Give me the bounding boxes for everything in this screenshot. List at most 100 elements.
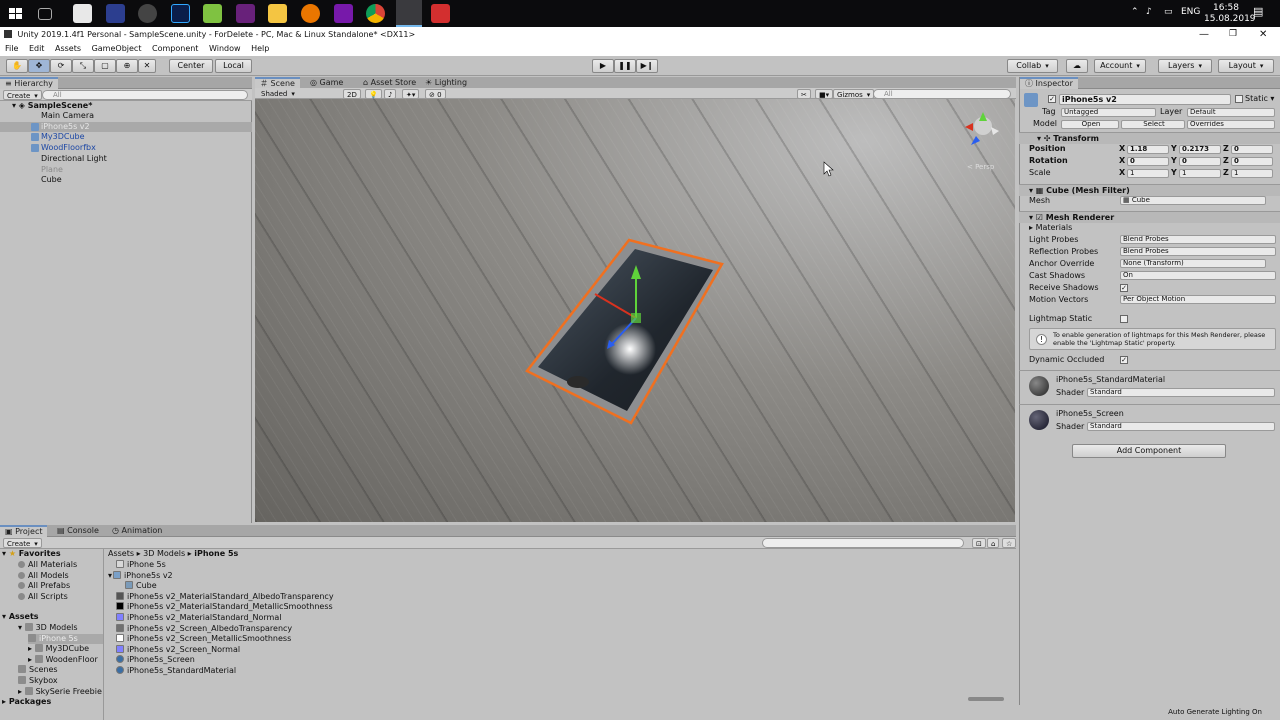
gizmo-plane-handle[interactable] [631,313,641,323]
scale-x-field[interactable]: 1 [1127,169,1169,178]
static-dropdown[interactable]: Static ▾ [1245,94,1274,104]
dynamic-occluded-checkbox[interactable]: ✓ [1120,356,1128,364]
menu-gameobject[interactable]: GameObject [92,44,142,53]
hidden-count[interactable]: ⊘ 0 [425,89,446,99]
assets-header[interactable]: ▾ Assets [2,612,39,622]
static-checkbox[interactable] [1235,95,1243,103]
menu-assets[interactable]: Assets [55,44,81,53]
lightmap-static-checkbox[interactable] [1120,315,1128,323]
cast-shadows-dropdown[interactable]: On [1120,271,1276,280]
breadcrumb-assets[interactable]: Assets [108,549,134,558]
folder-item[interactable]: ▸ My3DCube [28,644,89,654]
audio-toggle-icon[interactable]: ♪ [384,89,397,99]
orientation-gizmo[interactable] [965,112,999,145]
step-button[interactable]: ▶❙ [636,59,658,73]
transform-header[interactable]: ▾ ✣ Transform [1019,132,1280,144]
motion-vectors-dropdown[interactable]: Per Object Motion [1120,295,1276,304]
move-tool-icon[interactable]: ✥ [28,59,50,73]
gizmos-dropdown[interactable]: Gizmos [833,89,875,99]
menu-file[interactable]: File [5,44,18,53]
hierarchy-item[interactable]: iPhone5s v2 [0,121,252,132]
close-icon[interactable]: ✕ [1259,27,1267,42]
photoshop-icon[interactable] [171,4,190,23]
hierarchy-item[interactable]: My3DCube [0,132,252,142]
tools-icon[interactable]: ✂ [797,89,811,99]
restore-icon[interactable]: ❐ [1229,27,1237,42]
scale-tool-icon[interactable]: ⤡ [72,59,94,73]
folder-item[interactable]: Scenes [18,665,58,675]
pause-button[interactable]: ❚❚ [614,59,636,73]
position-x-field[interactable]: 1.18 [1127,145,1169,154]
favorite-star-icon[interactable]: ☆ [1002,538,1017,548]
tab-console[interactable]: ▤ Console [52,525,104,537]
search-by-type-icon[interactable]: ⊡ [972,538,986,548]
rotation-x-field[interactable]: 0 [1127,157,1169,166]
shader-dropdown-screen[interactable]: Standard [1087,422,1275,431]
folder-item[interactable]: iPhone 5s [28,633,103,644]
tag-dropdown[interactable]: Untagged [1061,108,1156,117]
file-item[interactable]: iPhone 5s [116,560,166,570]
rect-tool-icon[interactable]: ▢ [94,59,116,73]
cmd-icon[interactable] [73,4,92,23]
hierarchy-search-input[interactable]: All [42,90,248,100]
zoom-slider[interactable] [968,697,1004,701]
task-view-icon[interactable] [38,8,52,20]
rotate-tool-icon[interactable]: ⟳ [50,59,72,73]
light-probes-dropdown[interactable]: Blend Probes [1120,235,1276,244]
shader-dropdown-standard[interactable]: Standard [1087,388,1275,397]
project-create-button[interactable]: Create [3,538,42,548]
scale-y-field[interactable]: 1 [1179,169,1221,178]
file-item[interactable]: iPhone5s_Screen [116,655,195,665]
scene-root-row[interactable]: ▾ ◈ SampleScene* [0,101,252,111]
minimize-icon[interactable]: — [1199,27,1209,42]
hand-tool-icon[interactable]: ✋ [6,59,28,73]
object-name-field[interactable]: iPhone5s v2 [1059,94,1231,105]
network-icon[interactable]: ▭ [1164,7,1173,17]
menu-window[interactable]: Window [209,44,241,53]
language-indicator[interactable]: ENG [1181,7,1200,17]
overrides-dropdown[interactable]: Overrides [1187,120,1275,129]
chrome-icon[interactable] [366,4,385,23]
app-icon[interactable] [106,4,125,23]
blender-icon[interactable] [301,4,320,23]
file-item[interactable]: Cube [125,581,157,591]
file-item[interactable]: iPhone5s v2_MaterialStandard_MetallicSmo… [116,602,333,612]
collab-dropdown[interactable]: Collab [1007,59,1058,73]
onenote-icon[interactable] [334,4,353,23]
file-item[interactable]: iPhone5s_StandardMaterial [116,666,236,676]
position-z-field[interactable]: 0 [1231,145,1273,154]
hierarchy-item[interactable]: Main Camera [0,111,252,121]
mode-2d-button[interactable]: 2D [343,89,361,99]
favorite-item[interactable]: All Prefabs [18,581,70,591]
folder-item[interactable]: ▸ WoodenFloor [28,654,98,665]
scene-search-input[interactable]: All [873,89,1011,99]
lighting-toggle-icon[interactable]: 💡 [365,89,382,99]
mesh-renderer-header[interactable]: ▾ ☑ Mesh Renderer [1019,211,1280,223]
menu-help[interactable]: Help [251,44,269,53]
notepadpp-icon[interactable] [203,4,222,23]
mesh-field[interactable]: ▦ Cube [1120,196,1266,205]
app-red-icon[interactable] [431,4,450,23]
account-dropdown[interactable]: Account [1094,59,1146,73]
file-explorer-icon[interactable] [268,4,287,23]
pivot-local-button[interactable]: Local [215,59,252,73]
notifications-icon[interactable]: ▤ [1253,5,1263,18]
hierarchy-create-button[interactable]: Create [3,90,42,100]
rotation-y-field[interactable]: 0 [1179,157,1221,166]
add-component-button[interactable]: Add Component [1072,444,1226,458]
object-active-checkbox[interactable]: ✓ [1048,95,1056,103]
favorite-item[interactable]: All Scripts [18,592,68,602]
file-item[interactable]: iPhone5s v2_Screen_Normal [116,644,240,655]
breadcrumb-iphone[interactable]: iPhone 5s [194,549,238,558]
tab-hierarchy[interactable]: ≡ Hierarchy [0,77,58,89]
unity-icon[interactable] [396,0,422,27]
hierarchy-item[interactable]: WoodFloorfbx [0,143,252,153]
model-select-button[interactable]: Select [1121,120,1185,129]
folder-item[interactable]: ▾ 3D Models [18,623,78,633]
shading-dropdown[interactable]: Shaded [258,89,338,99]
menu-edit[interactable]: Edit [29,44,45,53]
scale-z-field[interactable]: 1 [1231,169,1273,178]
visual-studio-icon[interactable] [236,4,255,23]
model-open-button[interactable]: Open [1061,120,1119,129]
reflection-probes-dropdown[interactable]: Blend Probes [1120,247,1276,256]
